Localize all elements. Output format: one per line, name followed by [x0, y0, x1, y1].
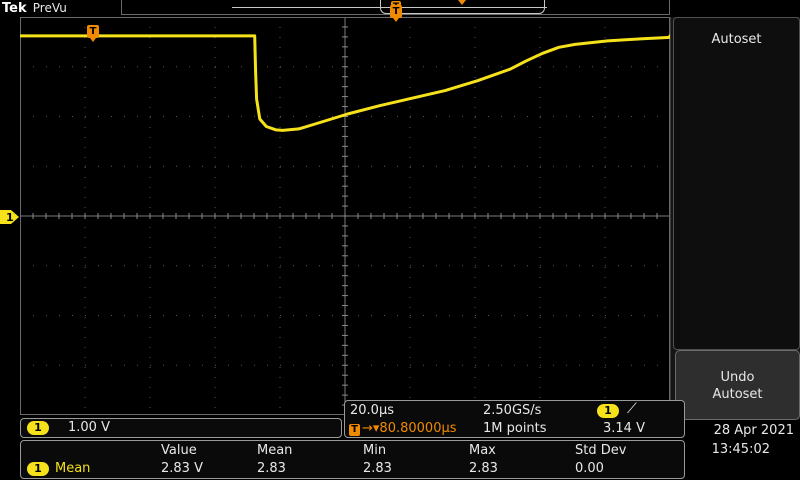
record-length: 1M points: [483, 421, 547, 436]
undo-label-line1: Undo: [720, 370, 755, 385]
time: 13:45:02: [711, 442, 770, 457]
vertical-scale: 1.00 V: [68, 420, 110, 435]
grid-layer: [20, 17, 670, 415]
trigger-source-badge: 1: [597, 404, 619, 418]
side-menu: Autoset Undo Autoset: [670, 17, 800, 420]
expansion-point-icon: [458, 0, 466, 5]
ch1-ground-icon[interactable]: 1: [0, 209, 20, 225]
trigger-position-icon[interactable]: T: [87, 25, 99, 42]
undo-autoset-button[interactable]: Undo Autoset: [675, 350, 800, 420]
tek-logo: Tek: [2, 1, 27, 16]
meas-value: 2.83 V: [161, 461, 203, 476]
undo-label-line2: Autoset: [712, 387, 763, 402]
horizontal-position: T →▾80.80000µs: [349, 421, 457, 436]
measurement-table[interactable]: Value Mean Min Max Std Dev 1 Mean 2.83 V…: [20, 440, 685, 479]
trigger-t-icon: T: [349, 424, 360, 436]
graticule-svg: [20, 17, 670, 415]
expansion-trigger-icon[interactable]: T: [390, 5, 402, 22]
horizontal-trigger-readout[interactable]: 20.0µs 2.50GS/s T →▾80.80000µs 1M points …: [344, 400, 685, 438]
ch1-badge: 1: [27, 421, 49, 435]
date: 28 Apr 2021: [713, 423, 794, 438]
autoset-button[interactable]: Autoset: [673, 17, 800, 350]
acquisition-mode: PreVu: [32, 1, 67, 15]
waveform-graticule[interactable]: [20, 17, 670, 415]
measurement-ch1-badge: 1: [27, 462, 49, 476]
header-max: Max: [469, 443, 496, 458]
rising-edge-icon: ⟋: [627, 401, 637, 417]
meas-mean: 2.83: [257, 461, 286, 476]
meas-std-dev: 0.00: [575, 461, 604, 476]
horizontal-position-value: ▾80.80000µs: [372, 421, 457, 436]
horizontal-scale: 20.0µs: [350, 403, 394, 418]
trigger-level: 3.14 V: [603, 421, 645, 436]
ch1-marker-label: 1: [6, 211, 14, 224]
header-std-dev: Std Dev: [575, 443, 627, 458]
measurement-type: Mean: [55, 461, 91, 476]
brand-label: Tek PreVu: [2, 0, 67, 17]
header-value: Value: [161, 443, 197, 458]
meas-max: 2.83: [469, 461, 498, 476]
vertical-readout[interactable]: 1 1.00 V: [20, 418, 342, 438]
header-min: Min: [363, 443, 387, 458]
sample-rate: 2.50GS/s: [483, 403, 542, 418]
autoset-label: Autoset: [711, 32, 762, 47]
meas-min: 2.83: [363, 461, 392, 476]
header-mean: Mean: [257, 443, 293, 458]
horizontal-position-arrow: →: [362, 421, 373, 436]
date-time-display: 28 Apr 2021 13:45:02: [688, 420, 800, 460]
